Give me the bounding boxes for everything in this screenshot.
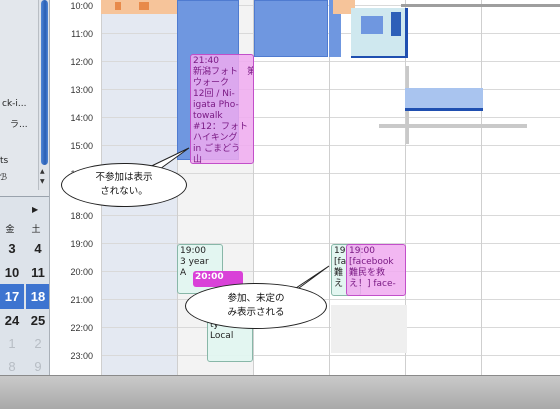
mini-cal-day-selected[interactable]: 17: [0, 284, 24, 309]
time-label: 18:00: [70, 211, 93, 221]
time-label: 11:00: [71, 29, 93, 39]
hour-line: [101, 89, 560, 90]
mini-cal-day[interactable]: 11: [26, 260, 49, 285]
hour-line: [101, 117, 560, 118]
hour-line: [101, 215, 560, 216]
empty-slot: [331, 305, 407, 353]
mini-cal-day[interactable]: 25: [26, 308, 49, 333]
mini-calendar: ▶ 金 土 3 4 10 11 17 18 24 25 1 2 8 9: [0, 196, 49, 375]
scroll-down-icon[interactable]: ▼: [40, 178, 45, 185]
mini-cal-day[interactable]: 4: [26, 236, 49, 261]
time-label: 23:00: [70, 351, 93, 361]
bottom-toolbar: [0, 375, 560, 409]
blurred-region: [405, 8, 408, 58]
scroll-up-icon[interactable]: ▲: [40, 168, 45, 175]
allday-event: [115, 2, 121, 10]
mini-cal-day[interactable]: 2: [26, 331, 49, 356]
sidebar-item-2[interactable]: ラ...: [10, 117, 28, 130]
day-divider: [481, 0, 482, 375]
mini-cal-day[interactable]: 1: [0, 331, 24, 356]
hour-line: [101, 355, 560, 356]
blurred-event[interactable]: [405, 88, 483, 108]
callout-attending: 参加、未定の み表示される: [185, 283, 327, 329]
hour-line: [101, 61, 560, 62]
sidebar-scrollbar[interactable]: ▲ ▼: [38, 0, 49, 190]
time-label: 15:00: [70, 141, 93, 151]
scroll-indicator: [379, 124, 527, 128]
callout-not-attending: 不参加は表示 されない。: [61, 163, 187, 207]
event-photowalk[interactable]: 21:40 新潟フォト 第 ウォーク 12回 / Ni- igata Pho- …: [190, 54, 254, 164]
time-label: 13:00: [70, 85, 93, 95]
mini-cal-day[interactable]: 24: [0, 308, 24, 333]
sidebar-item-4[interactable]: ℬ: [0, 173, 7, 183]
mini-cal-day[interactable]: 3: [0, 236, 24, 261]
weekday-label: 土: [31, 225, 41, 235]
mini-cal-day[interactable]: 9: [26, 354, 49, 375]
mini-cal-day[interactable]: 10: [0, 260, 24, 285]
time-label: 12:00: [70, 57, 93, 67]
calendar-event[interactable]: [254, 0, 328, 57]
hour-line: [101, 243, 560, 244]
sidebar-item-3[interactable]: ts: [0, 156, 8, 166]
calendar-sidebar: ck-i... ラ... ts ℬ ▲ ▼ ▶ 金 土 3 4 10 11 17…: [0, 0, 50, 375]
blurred-event: [405, 108, 483, 111]
blurred-region: [351, 56, 408, 58]
mini-cal-day-selected[interactable]: 18: [26, 284, 49, 309]
mini-cal-day[interactable]: 8: [0, 354, 24, 375]
next-month-icon[interactable]: ▶: [32, 205, 38, 214]
blurred-region: [361, 16, 383, 34]
time-label: 21:00: [70, 295, 93, 305]
time-label: 10:00: [70, 1, 93, 11]
time-label: 22:00: [70, 323, 93, 333]
time-label: 20:00: [70, 267, 93, 277]
sidebar-item-1[interactable]: ck-i...: [2, 99, 27, 109]
sidebar-scroll-thumb[interactable]: [41, 0, 48, 165]
time-label: 14:00: [70, 113, 93, 123]
weekday-label: 金: [5, 225, 15, 235]
event-facebook[interactable]: 19:00 [facebook 難民を救 え！] face-: [346, 244, 406, 296]
blurred-region: [391, 12, 401, 36]
week-grid[interactable]: 10:00 11:00 12:00 13:00 14:00 15:00 16:0…: [51, 0, 560, 375]
time-label: 19:00: [70, 239, 93, 249]
scroll-indicator: [401, 4, 560, 7]
allday-event: [139, 2, 149, 10]
